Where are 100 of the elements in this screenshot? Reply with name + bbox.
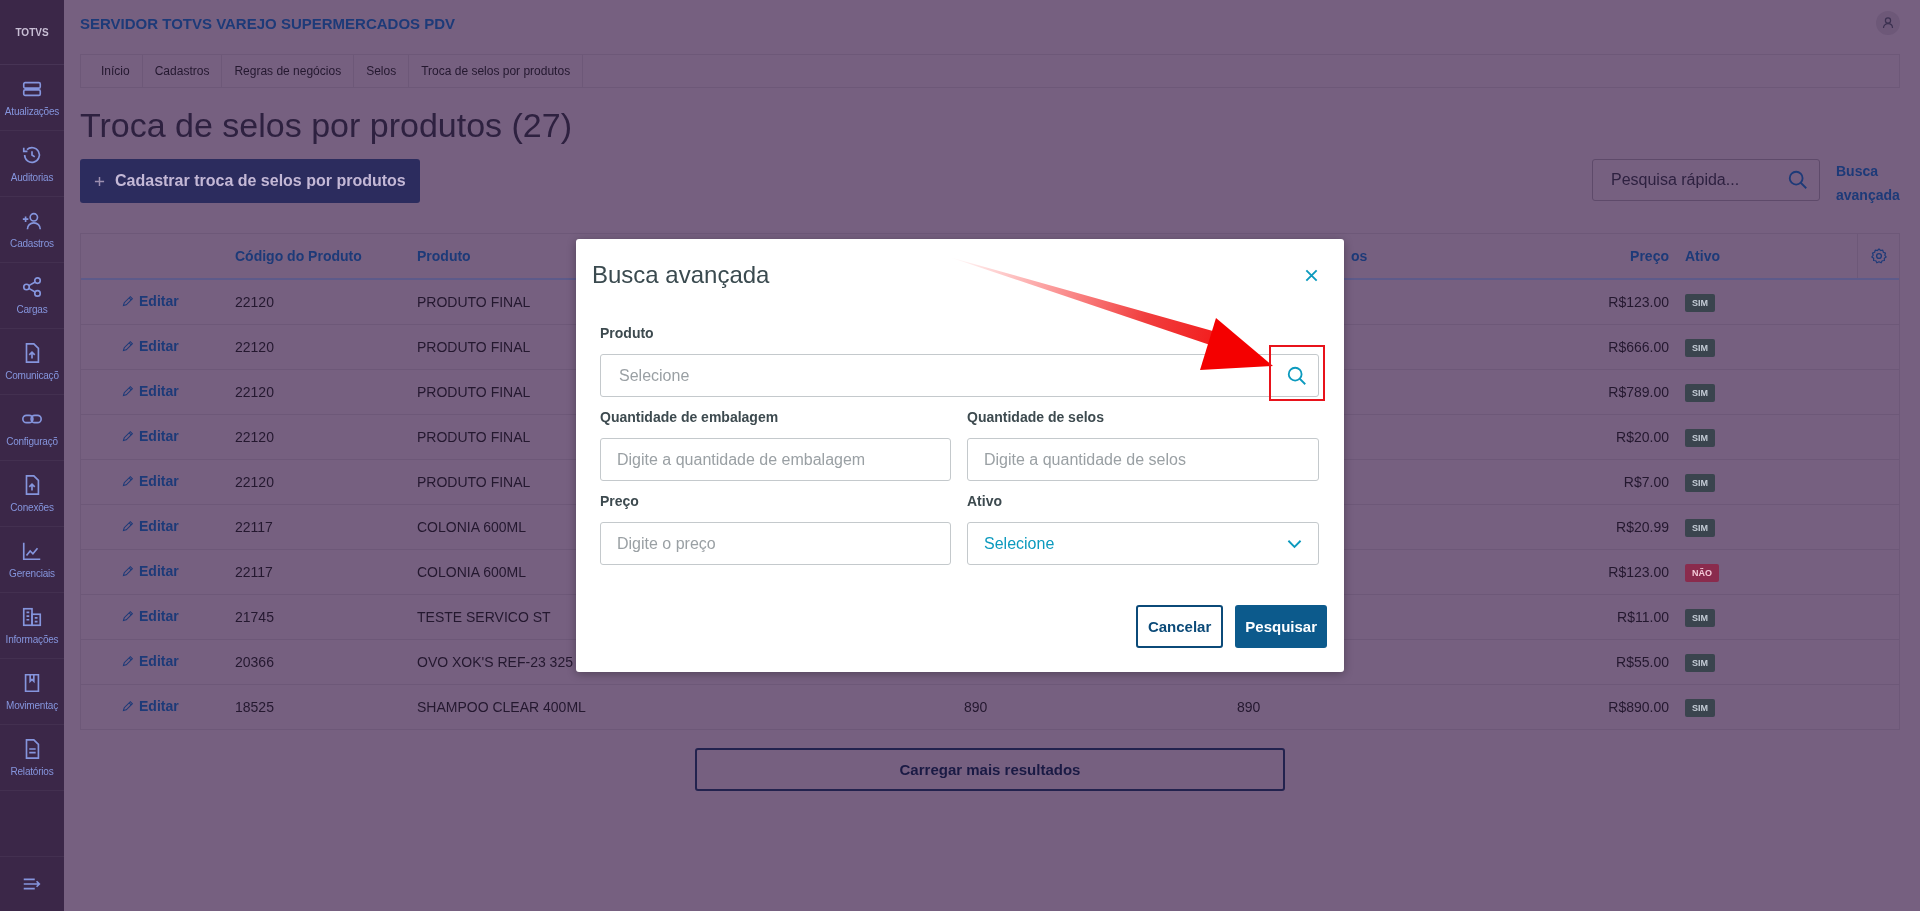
pencil-icon <box>121 429 134 443</box>
edit-link[interactable]: Editar <box>121 338 179 355</box>
table-cell: PRODUTO FINAL <box>417 339 531 355</box>
cancel-button[interactable]: Cancelar <box>1135 605 1224 648</box>
edit-link[interactable]: Editar <box>121 293 179 310</box>
search-box[interactable]: Pesquisa rápida... <box>1592 159 1820 201</box>
table-cell: R$789.00 <box>1608 384 1669 400</box>
status-badge: SIM <box>1685 293 1715 312</box>
edit-link[interactable]: Editar <box>121 473 179 490</box>
edit-link[interactable]: Editar <box>121 518 179 535</box>
pencil-icon <box>121 609 134 623</box>
table-cell: R$666.00 <box>1608 339 1669 355</box>
edit-link[interactable]: Editar <box>121 383 179 400</box>
table-cell: PRODUTO FINAL <box>417 384 531 400</box>
edit-link[interactable]: Editar <box>121 428 179 445</box>
sidebar-item[interactable]: Movimentaç <box>0 659 64 725</box>
column-header[interactable]: Produto <box>417 248 471 264</box>
field-label: Quantidade de embalagem <box>600 408 780 427</box>
input-field[interactable]: Digite a quantidade de embalagem <box>600 438 951 481</box>
pencil-icon <box>121 519 134 533</box>
chart-icon <box>21 540 43 562</box>
table-cell: R$123.00 <box>1608 294 1669 310</box>
table-cell: 22120 <box>235 294 274 310</box>
sidebar-item[interactable]: Conexões <box>0 461 64 527</box>
table-cell: COLONIA 600ML <box>417 564 526 580</box>
field-label: Preço <box>600 492 640 511</box>
sidebar-item[interactable]: Relatórios <box>0 725 64 791</box>
table-cell: R$11.00 <box>1617 609 1669 625</box>
server-title: SERVIDOR TOTVS VAREJO SUPERMERCADOS PDV <box>80 14 456 32</box>
table-cell: 20366 <box>235 654 274 670</box>
sidebar-item[interactable]: Comunicaçõ <box>0 329 64 395</box>
search-icon[interactable] <box>1787 169 1809 191</box>
status-badge: NÃO <box>1685 563 1719 582</box>
pencil-icon <box>121 564 134 578</box>
table-cell: 890 <box>1237 699 1261 715</box>
table-cell: R$55.00 <box>1616 654 1669 670</box>
column-header[interactable]: Código do Produto <box>235 248 362 264</box>
page-title: Troca de selos por produtos (27) <box>80 106 573 145</box>
table-cell: 22117 <box>235 519 273 535</box>
create-button[interactable]: Cadastrar troca de selos por produtos <box>80 159 420 203</box>
table-cell: R$7.00 <box>1623 474 1669 490</box>
input-field[interactable]: Digite o preço <box>600 522 951 565</box>
pencil-icon <box>121 384 134 398</box>
close-icon[interactable] <box>1304 267 1319 283</box>
history-icon <box>21 144 43 166</box>
edit-link[interactable]: Editar <box>121 608 179 625</box>
table-cell: COLONIA 600ML <box>417 519 526 535</box>
share-icon <box>21 276 43 298</box>
status-badge: SIM <box>1685 428 1715 447</box>
lookup-box[interactable]: Selecione <box>600 354 1319 397</box>
select-field[interactable]: Selecione <box>967 522 1319 565</box>
status-badge: SIM <box>1685 608 1715 627</box>
building-icon <box>21 606 43 628</box>
table-cell: 22120 <box>235 429 274 445</box>
dialog-title: Busca avançada <box>592 261 770 289</box>
column-header[interactable]: Ativo <box>1685 248 1720 264</box>
status-badge: SIM <box>1685 473 1715 492</box>
sidebar-item[interactable]: Cadastros <box>0 197 64 263</box>
settings-icon[interactable] <box>1869 247 1888 265</box>
input-field[interactable]: Digite a quantidade de selos <box>967 438 1319 481</box>
table-cell: OVO XOK'S REF-23 325 <box>417 654 573 670</box>
edit-link[interactable]: Editar <box>121 653 179 670</box>
edit-link[interactable]: Editar <box>121 563 179 580</box>
pencil-icon <box>121 699 134 713</box>
breadcrumb-link[interactable]: Cadastros <box>142 55 223 87</box>
advanced-search-link[interactable]: Busca avançada <box>1836 159 1900 207</box>
table-cell: R$123.00 <box>1608 564 1669 580</box>
field-label: Ativo <box>967 492 1003 511</box>
table-cell: 22120 <box>235 474 274 490</box>
table-cell: R$890.00 <box>1608 699 1669 715</box>
column-header[interactable]: os <box>1351 248 1368 264</box>
field-label: Quantidade de selos <box>967 408 1105 427</box>
breadcrumb-link[interactable]: Início <box>89 55 143 87</box>
table-cell: 18525 <box>235 699 274 715</box>
pencil-icon <box>121 339 134 353</box>
sidebar-item[interactable]: Cargas <box>0 263 64 329</box>
breadcrumb-link[interactable]: Troca de selos por produtos <box>409 55 584 87</box>
table-cell: R$20.99 <box>1616 519 1669 535</box>
breadcrumb-link[interactable]: Regras de negócios <box>222 55 355 87</box>
column-header[interactable]: Preço <box>1630 248 1669 264</box>
table-cell: SHAMPOO CLEAR 400ML <box>417 699 586 715</box>
sidebar-item[interactable]: Atualizações <box>0 65 64 131</box>
field-label: Produto <box>600 324 655 343</box>
pencil-icon <box>121 654 134 668</box>
highlight-frame <box>1269 345 1325 401</box>
sidebar-item[interactable]: Auditorias <box>0 131 64 197</box>
table-cell: 22117 <box>235 564 273 580</box>
sidebar-item[interactable]: Gerenciais <box>0 527 64 593</box>
sidebar-item[interactable]: Informações <box>0 593 64 659</box>
chevron-down-icon <box>1287 538 1302 549</box>
search-submit-button[interactable]: Pesquisar <box>1235 605 1327 648</box>
user-avatar-icon[interactable] <box>1876 11 1900 35</box>
search-field[interactable]: Pesquisa rápida... <box>1609 170 1787 190</box>
breadcrumb-link[interactable]: Selos <box>354 55 410 87</box>
load-more-button[interactable]: Carregar mais resultados <box>695 748 1285 791</box>
table-cell: 890 <box>964 699 988 715</box>
status-badge: SIM <box>1685 338 1715 357</box>
edit-link[interactable]: Editar <box>121 698 179 715</box>
table-cell: TESTE SERVICO ST <box>417 609 551 625</box>
sidebar-item[interactable]: Configuraçõ <box>0 395 64 461</box>
